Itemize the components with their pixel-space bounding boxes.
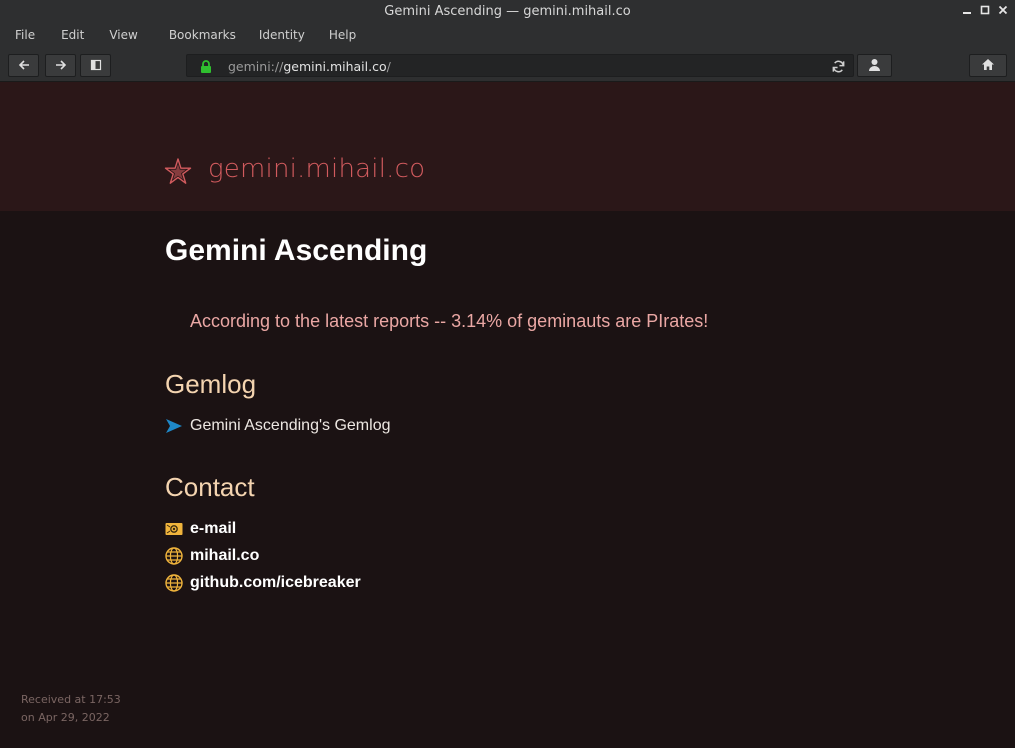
page-content: gemini.mihail.co Gemini Ascending Accord… bbox=[0, 82, 1015, 748]
back-arrow-icon bbox=[18, 56, 30, 75]
address-bar[interactable]: gemini://gemini.mihail.co/ bbox=[186, 54, 854, 77]
received-date: on Apr 29, 2022 bbox=[21, 711, 110, 724]
gemlog-heading: Gemlog bbox=[165, 369, 257, 399]
menu-bar: File Edit View Bookmarks Identity Help bbox=[0, 22, 1015, 48]
lock-icon bbox=[200, 59, 212, 78]
contact-link-label: github.com/icebreaker bbox=[190, 574, 361, 591]
back-button[interactable] bbox=[8, 54, 39, 77]
url-text[interactable]: gemini://gemini.mihail.co/ bbox=[228, 59, 391, 74]
globe-icon bbox=[165, 547, 183, 565]
home-button[interactable] bbox=[969, 54, 1007, 77]
menu-view[interactable]: View bbox=[100, 28, 146, 42]
close-icon[interactable] bbox=[997, 5, 1009, 17]
menu-help[interactable]: Help bbox=[320, 28, 365, 42]
banner-title: gemini.mihail.co bbox=[208, 154, 426, 184]
forward-arrow-icon bbox=[55, 56, 67, 75]
menu-file[interactable]: File bbox=[6, 28, 44, 42]
star-icon bbox=[164, 158, 192, 190]
identity-icon bbox=[868, 56, 881, 75]
url-scheme: gemini:// bbox=[228, 59, 284, 74]
url-path: / bbox=[386, 59, 391, 74]
sidebar-toggle-button[interactable] bbox=[80, 54, 111, 77]
contact-link-github[interactable]: github.com/icebreaker bbox=[165, 574, 361, 592]
contact-link-website[interactable]: mihail.co bbox=[165, 547, 259, 565]
window-titlebar: Gemini Ascending — gemini.mihail.co bbox=[0, 0, 1015, 22]
gemlog-link[interactable]: Gemini Ascending's Gemlog bbox=[165, 417, 390, 435]
navigation-toolbar: gemini://gemini.mihail.co/ bbox=[0, 48, 1015, 82]
arrow-right-icon bbox=[165, 417, 183, 435]
forward-button[interactable] bbox=[45, 54, 76, 77]
gemlog-link-label: Gemini Ascending's Gemlog bbox=[190, 417, 391, 434]
contact-heading: Contact bbox=[165, 472, 255, 502]
site-banner: gemini.mihail.co bbox=[0, 82, 1015, 211]
quote-text: According to the latest reports -- 3.14%… bbox=[190, 311, 709, 331]
email-icon bbox=[165, 520, 183, 538]
maximize-icon[interactable] bbox=[979, 5, 991, 17]
minimize-icon[interactable] bbox=[961, 5, 973, 17]
menu-bookmarks[interactable]: Bookmarks bbox=[160, 28, 245, 42]
page-title: Gemini Ascending bbox=[165, 234, 428, 267]
window-controls bbox=[961, 0, 1009, 22]
received-timestamp: Received at 17:53 on Apr 29, 2022 bbox=[21, 691, 121, 727]
contact-link-email[interactable]: e-mail bbox=[165, 520, 236, 538]
menu-identity[interactable]: Identity bbox=[250, 28, 314, 42]
identity-button[interactable] bbox=[857, 54, 892, 77]
reload-icon[interactable] bbox=[831, 59, 846, 78]
contact-link-label: mihail.co bbox=[190, 547, 260, 564]
received-time: Received at 17:53 bbox=[21, 693, 121, 706]
url-host: gemini.mihail.co bbox=[283, 59, 387, 74]
home-icon bbox=[981, 56, 995, 75]
sidebar-toggle-icon bbox=[90, 56, 102, 75]
menu-edit[interactable]: Edit bbox=[52, 28, 93, 42]
contact-link-label: e-mail bbox=[190, 520, 237, 537]
window-title: Gemini Ascending — gemini.mihail.co bbox=[384, 3, 631, 19]
globe-icon bbox=[165, 574, 183, 592]
